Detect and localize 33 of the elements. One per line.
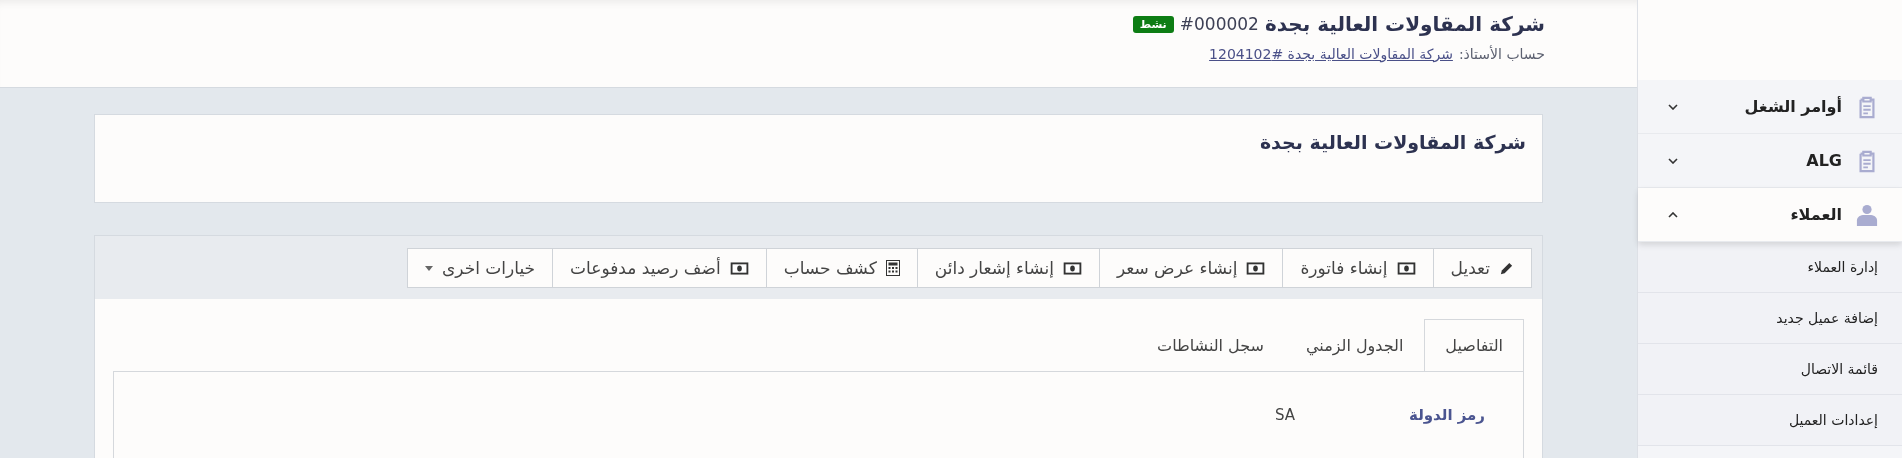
tab[interactable]: التفاصيل <box>1424 319 1524 371</box>
toolbar-button[interactable]: تعديل <box>1432 248 1532 288</box>
toolbar-button[interactable]: إنشاء إشعار دائن <box>916 248 1100 288</box>
sidebar-item[interactable]: العملاء <box>1638 188 1902 242</box>
ledger-link[interactable]: شركة المقاولات العالية بجدة #1204102 <box>1209 46 1453 62</box>
status-badge: نشط <box>1132 15 1174 33</box>
chevron-down-icon <box>1668 157 1678 164</box>
banknote-icon <box>1396 261 1416 275</box>
record-number: #000002 <box>1179 14 1259 34</box>
banknote-icon <box>1062 261 1082 275</box>
person-icon <box>1856 203 1878 226</box>
tab[interactable]: سجل النشاطات <box>1136 319 1285 371</box>
chevron-down-icon <box>1668 103 1678 110</box>
toolbar-button[interactable]: خيارات اخرى <box>407 248 554 288</box>
caret-icon <box>425 265 433 271</box>
chevron-up-icon <box>1668 211 1678 218</box>
toolbar-button[interactable]: إنشاء فاتورة <box>1282 248 1434 288</box>
banknote-icon <box>729 261 749 275</box>
tab[interactable]: الجدول الزمني <box>1284 319 1425 371</box>
toolbar-button[interactable]: أضف رصيد مدفوعات <box>552 248 767 288</box>
calculator-icon <box>885 260 900 276</box>
clipboard-icon <box>1856 94 1878 119</box>
sidebar-item[interactable]: أوامر الشغل <box>1638 80 1902 134</box>
field-value: SA <box>1274 406 1295 424</box>
page-title: شركة المقاولات العالية بجدة <box>1264 12 1545 36</box>
toolbar-button[interactable]: إنشاء عرض سعر <box>1098 248 1284 288</box>
pencil-icon <box>1499 260 1514 276</box>
clipboard-icon <box>1856 148 1878 173</box>
ledger-label: حساب الأستاذ: <box>1458 46 1545 62</box>
field-label: رمز الدولة <box>1408 406 1485 424</box>
banknote-icon <box>1246 261 1266 275</box>
toolbar-button[interactable]: كشف حساب <box>765 248 918 288</box>
card-title: شركة المقاولات العالية بجدة <box>1259 131 1526 153</box>
